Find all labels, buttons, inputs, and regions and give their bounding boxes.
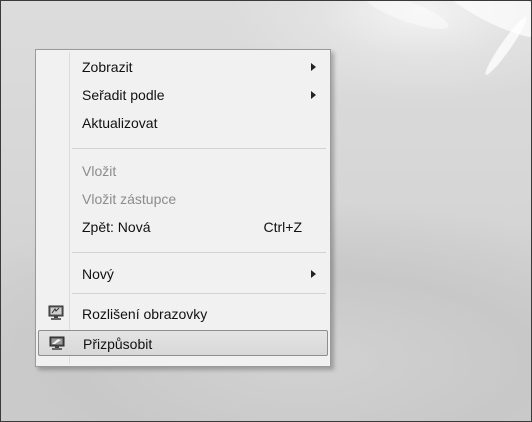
menu-item-label: Aktualizovat xyxy=(82,115,158,131)
menu-item-label: Zobrazit xyxy=(82,59,133,75)
desktop-context-menu: Zobrazit Seřadit podle Aktualizovat Vlož… xyxy=(35,49,331,367)
menu-separator xyxy=(72,148,326,149)
menu-item-view[interactable]: Zobrazit xyxy=(38,54,328,80)
submenu-arrow-icon xyxy=(311,63,316,71)
menu-item-label: Vložit zástupce xyxy=(82,191,177,207)
menu-item-label: Rozlišení obrazovky xyxy=(82,306,208,322)
submenu-arrow-icon xyxy=(311,270,316,278)
menu-separator xyxy=(72,293,326,294)
submenu-arrow-icon xyxy=(311,91,316,99)
menu-item-refresh[interactable]: Aktualizovat xyxy=(38,110,328,136)
menu-item-paste[interactable]: Vložit xyxy=(38,158,328,184)
menu-item-label: Zpět: Nová xyxy=(82,219,151,235)
menu-item-sort-by[interactable]: Seřadit podle xyxy=(38,82,328,108)
menu-item-label: Přizpůsobit xyxy=(83,336,153,352)
menu-separator xyxy=(72,252,326,253)
menu-item-label: Seřadit podle xyxy=(82,87,165,103)
wallpaper-streak xyxy=(360,1,452,36)
screen-resolution-icon xyxy=(48,305,64,320)
menu-item-undo-new[interactable]: Zpět: Nová Ctrl+Z xyxy=(38,214,328,240)
personalize-icon xyxy=(49,336,65,350)
menu-item-screen-resolution[interactable]: Rozlišení obrazovky xyxy=(38,301,328,327)
menu-item-new[interactable]: Nový xyxy=(38,261,328,287)
menu-item-shortcut: Ctrl+Z xyxy=(263,219,303,235)
menu-item-paste-shortcut[interactable]: Vložit zástupce xyxy=(38,186,328,212)
menu-item-label: Nový xyxy=(82,266,114,282)
menu-item-personalize[interactable]: Přizpůsobit xyxy=(38,330,328,356)
menu-item-label: Vložit xyxy=(82,163,117,179)
desktop-background[interactable]: Zobrazit Seřadit podle Aktualizovat Vlož… xyxy=(0,0,532,422)
